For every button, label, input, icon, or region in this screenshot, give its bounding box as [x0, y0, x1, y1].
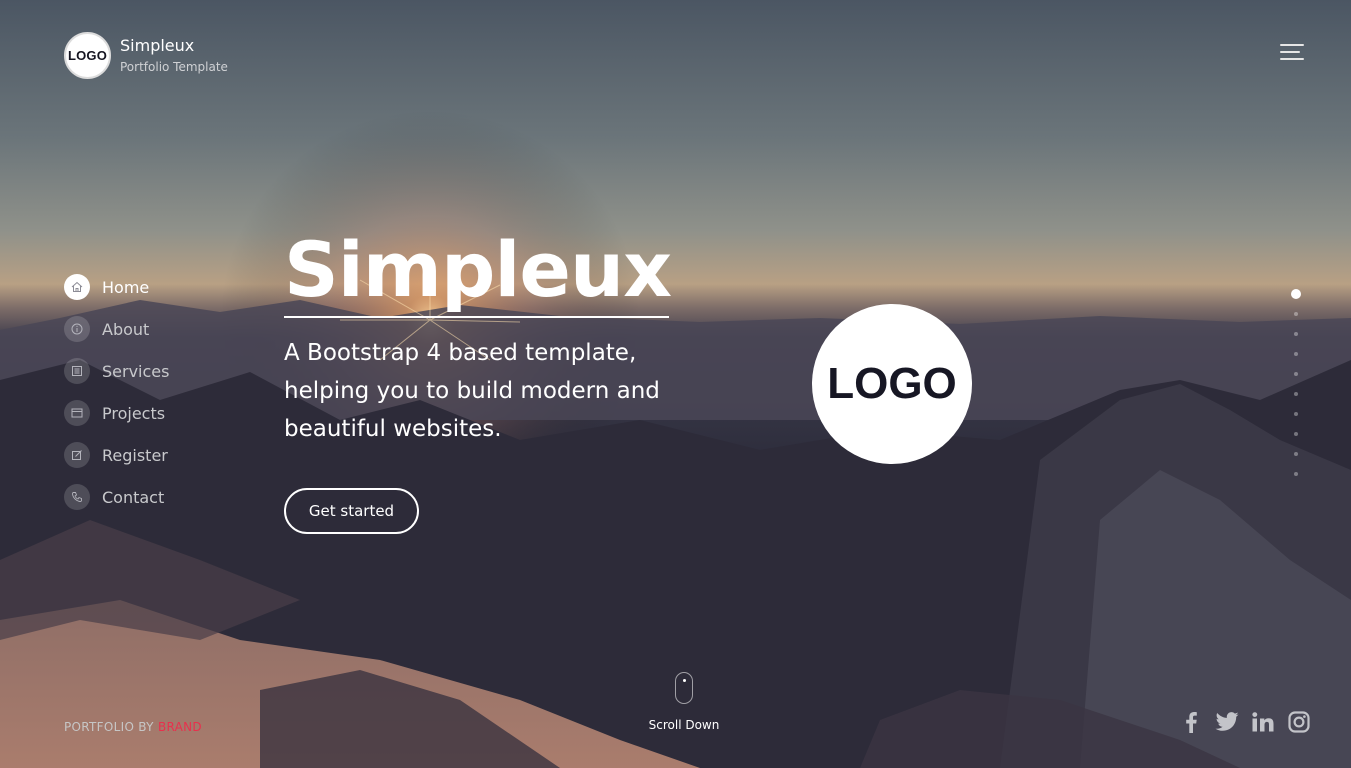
nav-label-about: About: [102, 319, 150, 339]
section-dot[interactable]: [1294, 412, 1298, 416]
section-dot[interactable]: [1294, 332, 1298, 336]
nav-label-projects: Projects: [102, 403, 166, 423]
nav-label-contact: Contact: [102, 487, 165, 507]
hero-title: Simpleux: [284, 224, 672, 318]
instagram-icon[interactable]: [1284, 707, 1314, 737]
section-dot[interactable]: [1294, 432, 1298, 436]
hero-background-image: [0, 0, 1351, 768]
brand-subtitle: Portfolio Template: [120, 60, 228, 74]
section-dots-nav: [1290, 289, 1302, 492]
hero-logo: LOGO: [812, 304, 972, 464]
brand-logo: LOGO: [64, 32, 111, 79]
footer-credit-brand[interactable]: BRAND: [158, 720, 202, 734]
linkedin-icon[interactable]: [1248, 707, 1278, 737]
side-nav: Home About Services Projects Register Co…: [64, 266, 169, 518]
home-icon: [64, 274, 90, 300]
nav-label-home: Home: [102, 277, 150, 297]
hamburger-icon[interactable]: [1280, 44, 1304, 60]
nav-item-home[interactable]: Home: [64, 266, 169, 308]
social-links: [1170, 707, 1314, 737]
section-dot[interactable]: [1294, 372, 1298, 376]
nav-label-register: Register: [102, 445, 168, 465]
nav-item-projects[interactable]: Projects: [64, 392, 169, 434]
nav-item-about[interactable]: About: [64, 308, 169, 350]
mouse-icon: [675, 672, 693, 704]
edit-icon: [64, 442, 90, 468]
scroll-down-label: Scroll Down: [648, 718, 720, 732]
brand[interactable]: LOGO Simpleux Portfolio Template: [64, 32, 228, 79]
section-dot[interactable]: [1294, 452, 1298, 456]
twitter-icon[interactable]: [1212, 707, 1242, 737]
hero-description: A Bootstrap 4 based template, helping yo…: [284, 340, 660, 442]
brand-name: Simpleux: [120, 36, 195, 55]
footer-credit-prefix: PORTFOLIO BY: [64, 720, 154, 734]
section-dot[interactable]: [1294, 392, 1298, 396]
section-dot[interactable]: [1294, 312, 1298, 316]
nav-item-register[interactable]: Register: [64, 434, 169, 476]
info-icon: [64, 316, 90, 342]
brand-text: Simpleux Portfolio Template: [120, 36, 228, 75]
list-icon: [64, 358, 90, 384]
nav-label-services: Services: [102, 361, 170, 381]
section-dot[interactable]: [1294, 472, 1298, 476]
section-dot[interactable]: [1291, 289, 1301, 299]
facebook-icon[interactable]: [1176, 707, 1206, 737]
footer-credit: PORTFOLIO BY BRAND: [64, 720, 202, 734]
section-dot[interactable]: [1294, 352, 1298, 356]
phone-icon: [64, 484, 90, 510]
get-started-button[interactable]: Get started: [284, 488, 419, 534]
window-icon: [64, 400, 90, 426]
scroll-down[interactable]: Scroll Down: [634, 672, 734, 732]
nav-item-services[interactable]: Services: [64, 350, 169, 392]
nav-item-contact[interactable]: Contact: [64, 476, 169, 518]
